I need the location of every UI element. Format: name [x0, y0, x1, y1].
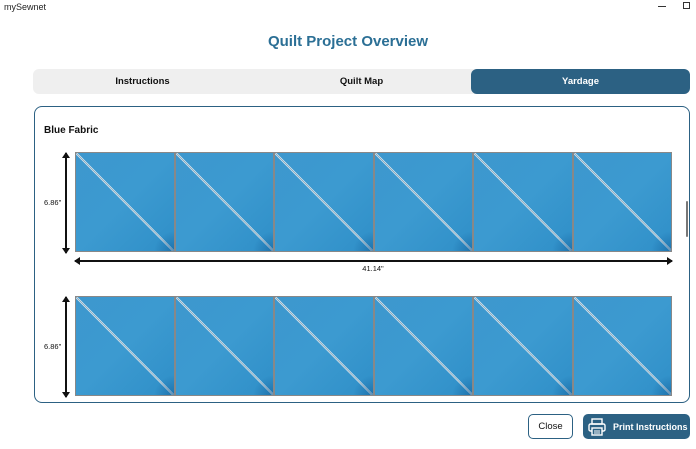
fabric-shading — [352, 375, 373, 395]
fabric-block — [274, 152, 374, 252]
print-instructions-button[interactable]: Print Instructions — [583, 414, 690, 439]
fabric-shading — [551, 375, 572, 395]
fabric-shading — [452, 375, 472, 395]
fabric-shading — [253, 375, 273, 395]
height-dimension-line — [62, 152, 70, 254]
printer-icon — [587, 417, 607, 437]
maximize-button[interactable] — [674, 0, 696, 14]
fabric-block — [572, 296, 672, 396]
yardage-panel: Blue Fabric 6.86" 41.14" 6.86" — [34, 106, 690, 403]
page-title: Quilt Project Overview — [267, 33, 429, 50]
fabric-block — [75, 152, 175, 252]
fabric-block — [174, 152, 274, 252]
fabric-shading — [153, 375, 174, 395]
fabric-shading — [551, 231, 572, 251]
close-button[interactable]: Close — [528, 414, 573, 439]
app-title: mySewnet — [4, 2, 47, 12]
fabric-shading — [452, 231, 472, 251]
fabric-block — [274, 296, 374, 396]
fabric-block — [473, 152, 573, 252]
fabric-block — [174, 296, 274, 396]
fabric-shading — [651, 231, 671, 251]
width-dimension-line — [74, 257, 673, 265]
fabric-block — [473, 296, 573, 396]
fabric-block — [373, 296, 473, 396]
minimize-icon — [658, 5, 666, 7]
fabric-block — [75, 296, 175, 396]
minimize-button[interactable] — [650, 0, 674, 14]
title-bar: mySewnet — [0, 0, 696, 16]
fabric-block — [373, 152, 473, 252]
fabric-block-row — [75, 296, 672, 396]
print-instructions-label: Print Instructions — [613, 421, 688, 432]
fabric-shading — [253, 231, 273, 251]
maximize-icon — [682, 1, 690, 9]
height-dimension-label: 6.86" — [44, 342, 62, 351]
width-dimension-label: 41.14" — [362, 264, 384, 273]
fabric-block — [572, 152, 672, 252]
tab-yardage[interactable]: Yardage — [471, 69, 690, 94]
tab-instructions[interactable]: Instructions — [33, 69, 252, 94]
tab-bar: Instructions Quilt Map Yardage — [33, 69, 690, 94]
vertical-scrollbar[interactable] — [686, 201, 688, 237]
height-dimension-label: 6.86" — [44, 198, 62, 207]
fabric-shading — [153, 231, 174, 251]
fabric-section-title: Blue Fabric — [44, 125, 99, 136]
fabric-shading — [352, 231, 373, 251]
fabric-block-row — [75, 152, 672, 252]
app-window: mySewnet Quilt Project Overview Instruct… — [0, 0, 696, 449]
fabric-shading — [651, 375, 671, 395]
tab-quilt-map[interactable]: Quilt Map — [252, 69, 471, 94]
height-dimension-line — [62, 296, 70, 398]
